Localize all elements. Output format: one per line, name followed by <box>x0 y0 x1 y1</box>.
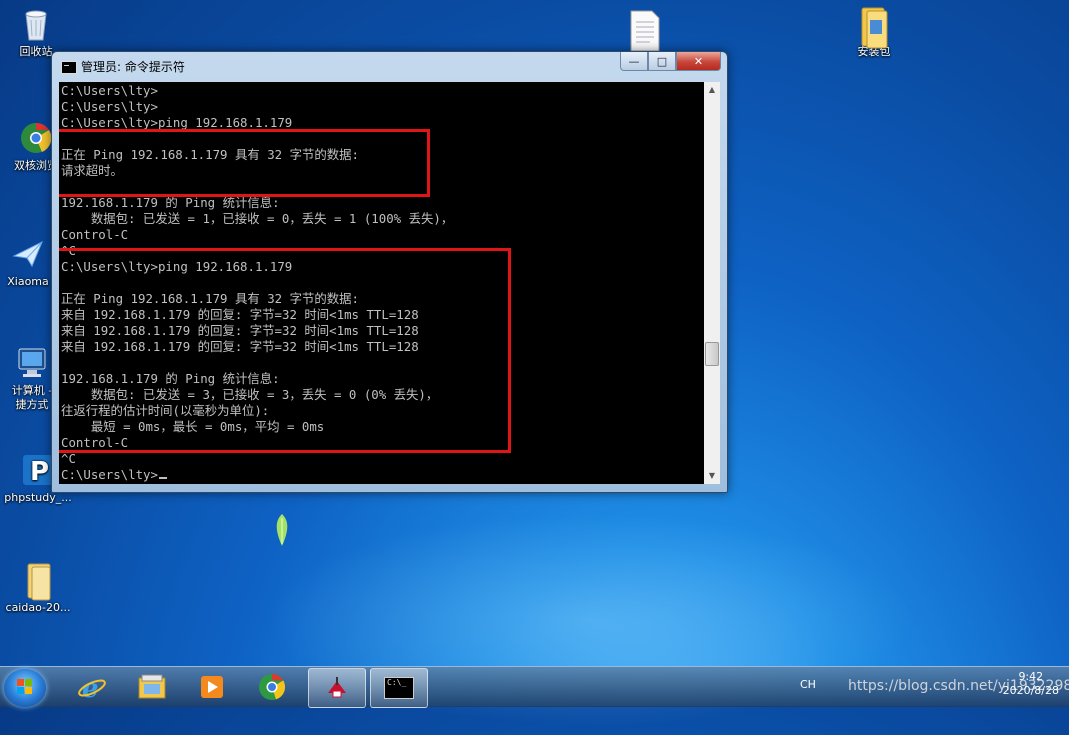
browser-icon <box>18 120 54 156</box>
desktop-icon-caidao[interactable]: caidao-20... <box>2 562 74 615</box>
console-line: 数据包: 已发送 = 1，已接收 = 0，丢失 = 1 (100% 丢失)， <box>61 211 454 226</box>
clock-time: 9:42 <box>1018 670 1044 683</box>
desktop-icon-label: caidao-20... <box>5 601 71 614</box>
console-line: 192.168.1.179 的 Ping 统计信息: <box>61 195 280 210</box>
console-line: Control-C <box>61 227 129 242</box>
console-line: C:\Users\lty> <box>61 99 158 114</box>
console-output[interactable]: C:\Users\lty> C:\Users\lty> C:\Users\lty… <box>59 82 704 484</box>
media-player-icon <box>201 676 223 698</box>
document-file-icon[interactable] <box>628 10 662 52</box>
maximize-button[interactable]: □ <box>648 52 676 71</box>
taskbar-item-ie[interactable]: e <box>64 668 120 706</box>
chrome-icon <box>259 673 286 700</box>
svg-text:P: P <box>30 457 49 487</box>
vertical-scrollbar[interactable]: ▲ ▼ <box>704 82 720 484</box>
folder-icon <box>20 562 56 601</box>
desktop-icon-label: phpstudy_... <box>4 491 72 504</box>
paper-plane-icon <box>10 236 46 272</box>
window-title: 管理员: 命令提示符 <box>81 60 185 74</box>
taskbar-item-media-player[interactable] <box>184 668 240 706</box>
console-prompt-line[interactable]: C:\Users\lty> <box>61 467 167 483</box>
window-titlebar[interactable]: 管理员: 命令提示符 — □ ✕ <box>52 52 727 80</box>
window-controls: — □ ✕ <box>620 52 721 72</box>
console-line: C:\Users\lty> <box>61 83 158 98</box>
folder-library-icon <box>138 674 166 699</box>
language-indicator[interactable]: CH <box>800 678 816 691</box>
taskbar-item-tool[interactable] <box>308 668 366 708</box>
desktop-icon-install-package[interactable]: 安装包 <box>838 6 910 59</box>
windows-flag-icon <box>17 679 32 694</box>
command-prompt-icon: C:\_ <box>384 677 414 699</box>
taskbar-item-chrome[interactable] <box>244 668 300 706</box>
clock-date: 2020/8/28 <box>1002 684 1059 697</box>
system-clock[interactable]: 9:42 2020/8/28 <box>1003 670 1059 698</box>
svg-text:e: e <box>82 674 99 703</box>
minimize-button[interactable]: — <box>620 52 648 71</box>
scrollbar-thumb[interactable] <box>705 342 719 366</box>
folder-icon <box>856 6 892 49</box>
scroll-down-arrow-icon[interactable]: ▼ <box>704 468 720 484</box>
start-button[interactable] <box>4 669 46 707</box>
recycle-bin-icon <box>18 6 54 42</box>
console-prompt: C:\Users\lty> <box>61 467 158 482</box>
text-cursor <box>158 477 167 479</box>
highlight-box-success <box>59 248 511 453</box>
console-line: ^C <box>61 451 76 466</box>
highlight-box-timeout <box>59 129 430 197</box>
taskbar-item-explorer[interactable] <box>124 668 180 706</box>
computer-icon <box>14 345 50 381</box>
tool-icon <box>328 677 346 698</box>
scroll-up-arrow-icon[interactable]: ▲ <box>704 82 720 98</box>
command-prompt-window[interactable]: 管理员: 命令提示符 — □ ✕ C:\Users\lty> C:\Users\… <box>51 51 728 493</box>
taskbar-item-command-prompt[interactable]: C:\_ <box>370 668 428 708</box>
internet-explorer-icon: e <box>78 674 106 703</box>
close-button[interactable]: ✕ <box>676 52 721 71</box>
windows-logo-leaf-icon <box>276 514 288 546</box>
command-prompt-icon <box>61 61 77 74</box>
